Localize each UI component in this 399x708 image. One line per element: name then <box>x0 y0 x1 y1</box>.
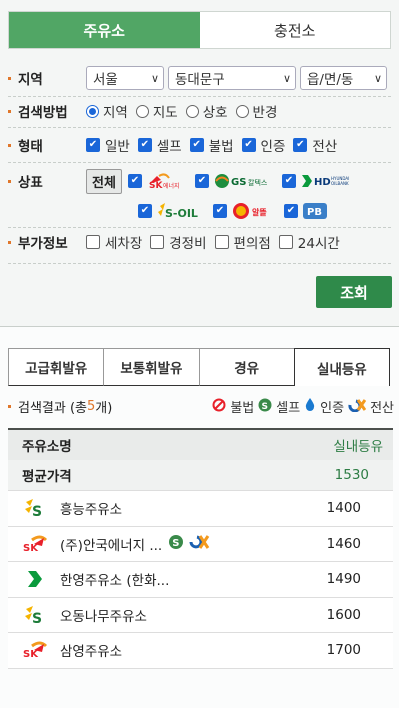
method-radius-radio[interactable]: 반경 <box>235 101 277 121</box>
sk-logo-icon: SK <box>22 533 48 555</box>
svg-text:HD: HD <box>314 177 331 188</box>
brand-row-2: ✔ S-OIL ✔ 알뜰 ✔ PB <box>8 200 391 222</box>
altteul-logo-icon: 알뜰 <box>232 202 278 220</box>
sk-logo-icon: SK <box>22 639 48 661</box>
brand-row: 상표 전체 ✔ SK 에너지 ✔ GS 칼텍스 ✔ HD HYUNDAI OILBANK <box>8 168 391 194</box>
brand-soil-checkbox[interactable]: ✔ <box>138 204 152 218</box>
search-button[interactable]: 조회 <box>316 276 392 308</box>
brand-all-button[interactable]: 전체 <box>86 168 122 194</box>
svg-text:SK: SK <box>149 181 163 190</box>
s-oil-logo-icon: S-OIL <box>157 202 207 220</box>
legend: 불법 S 셀프 인증 전산 <box>212 397 394 416</box>
extra-maintenance-checkbox[interactable]: 경정비 <box>150 232 207 252</box>
district-select[interactable]: 동대문구 ∨ <box>168 66 296 90</box>
method-map-radio[interactable]: 지도 <box>135 101 178 121</box>
svg-text:PB: PB <box>307 207 322 218</box>
prohibited-icon <box>212 398 226 416</box>
method-row: 검색방법 지역 지도 상호 반경 <box>8 100 391 122</box>
svg-text:S-OIL: S-OIL <box>165 207 198 220</box>
method-label: 검색방법 <box>8 101 86 121</box>
brand-altteul-checkbox[interactable]: ✔ <box>213 204 227 218</box>
type-illegal-checkbox[interactable]: ✔ 불법 <box>189 135 234 155</box>
brand-pb-checkbox[interactable]: ✔ <box>284 204 298 218</box>
station-type-tabs: 주유소 충전소 <box>8 11 391 49</box>
sk-logo-icon: SK 에너지 <box>147 172 189 190</box>
city-select[interactable]: 서울 ∨ <box>86 66 164 90</box>
s-oil-logo-icon: S <box>22 604 48 626</box>
table-header: 주유소명 실내등유 <box>8 428 393 460</box>
drop-icon <box>304 397 316 416</box>
brand-sk-checkbox[interactable]: ✔ <box>127 174 142 188</box>
table-row[interactable]: S 오동나무주유소 1600 <box>8 597 393 633</box>
tab-charging-station[interactable]: 충전소 <box>200 12 391 48</box>
extra-carwash-checkbox[interactable]: 세차장 <box>86 232 142 252</box>
self-s-icon: S <box>168 534 184 554</box>
brand-label: 상표 <box>8 171 86 191</box>
svg-text:S: S <box>32 611 42 625</box>
svg-text:OILBANK: OILBANK <box>331 181 349 186</box>
town-select[interactable]: 읍/면/동 ∨ <box>300 66 387 90</box>
svg-text:S: S <box>172 538 179 549</box>
chevron-down-icon: ∨ <box>150 71 159 85</box>
type-general-checkbox[interactable]: ✔ 일반 <box>86 135 130 155</box>
type-self-checkbox[interactable]: ✔ 셀프 <box>137 135 182 155</box>
hd-oilbank-logo-icon <box>22 568 48 590</box>
pb-logo-icon: PB <box>303 202 327 220</box>
result-count: 검색결과 (총 5 개) <box>8 397 112 416</box>
extra-24h-checkbox[interactable]: 24시간 <box>278 232 340 252</box>
svg-text:SK: SK <box>23 649 39 660</box>
extra-row: 부가정보 세차장 경정비 편의점 24시간 <box>8 231 391 253</box>
svg-text:칼텍스: 칼텍스 <box>248 178 268 187</box>
table-row[interactable]: SK 삼영주유소 1700 <box>8 633 393 669</box>
region-label: 지역 <box>8 68 86 88</box>
type-computer-checkbox[interactable]: ✔ 전산 <box>293 135 337 155</box>
svg-text:S: S <box>32 504 42 518</box>
method-name-radio[interactable]: 상호 <box>185 101 228 121</box>
svg-text:알뜰: 알뜰 <box>252 207 267 217</box>
self-s-icon: S <box>258 398 272 416</box>
table-row[interactable]: 한영주유소 (한화... 1490 <box>8 562 393 598</box>
region-row: 지역 서울 ∨ 동대문구 ∨ 읍/면/동 ∨ <box>8 65 391 91</box>
tab-gas-station[interactable]: 주유소 <box>9 12 200 48</box>
svg-text:S: S <box>262 402 268 412</box>
results-table: 주유소명 실내등유 평균가격 1530 S 흥능주유소 1400 SK (주)안국에… <box>8 428 393 669</box>
type-certified-checkbox[interactable]: ✔ 인증 <box>241 135 285 155</box>
tab-premium-gasoline[interactable]: 고급휘발유 <box>8 348 105 386</box>
gs-caltex-logo-icon: GS 칼텍스 <box>214 172 276 190</box>
s-oil-logo-icon: S <box>22 497 48 519</box>
extra-store-checkbox[interactable]: 편의점 <box>214 232 271 252</box>
extra-label: 부가정보 <box>8 232 86 252</box>
computer-ok-icon <box>348 398 367 416</box>
hd-oilbank-logo-icon: HD HYUNDAI OILBANK <box>301 172 351 190</box>
table-row[interactable]: S 흥능주유소 1400 <box>8 491 393 527</box>
average-price-row: 평균가격 1530 <box>8 460 393 491</box>
svg-text:에너지: 에너지 <box>163 182 180 190</box>
chevron-down-icon: ∨ <box>373 71 382 85</box>
method-region-radio[interactable]: 지역 <box>86 101 128 121</box>
brand-hd-checkbox[interactable]: ✔ <box>281 174 296 188</box>
table-row[interactable]: SK (주)안국에너지 ... S 1460 <box>8 526 393 562</box>
svg-text:GS: GS <box>231 177 246 188</box>
brand-gs-checkbox[interactable]: ✔ <box>194 174 209 188</box>
svg-text:SK: SK <box>23 543 39 554</box>
chevron-down-icon: ∨ <box>282 71 291 85</box>
result-header: 검색결과 (총 5 개) 불법 S 셀프 인증 전산 <box>8 397 394 416</box>
type-label: 형태 <box>8 135 86 155</box>
tab-kerosene[interactable]: 실내등유 <box>293 348 390 386</box>
computer-ok-icon <box>188 534 210 554</box>
tab-regular-gasoline[interactable]: 보통휘발유 <box>103 348 200 386</box>
fuel-tabs: 고급휘발유 보통휘발유 경유 실내등유 <box>8 348 390 386</box>
tab-diesel[interactable]: 경유 <box>198 348 295 386</box>
type-row: 형태 ✔ 일반 ✔ 셀프 ✔ 불법 ✔ 인증 ✔ 전산 <box>8 134 391 156</box>
